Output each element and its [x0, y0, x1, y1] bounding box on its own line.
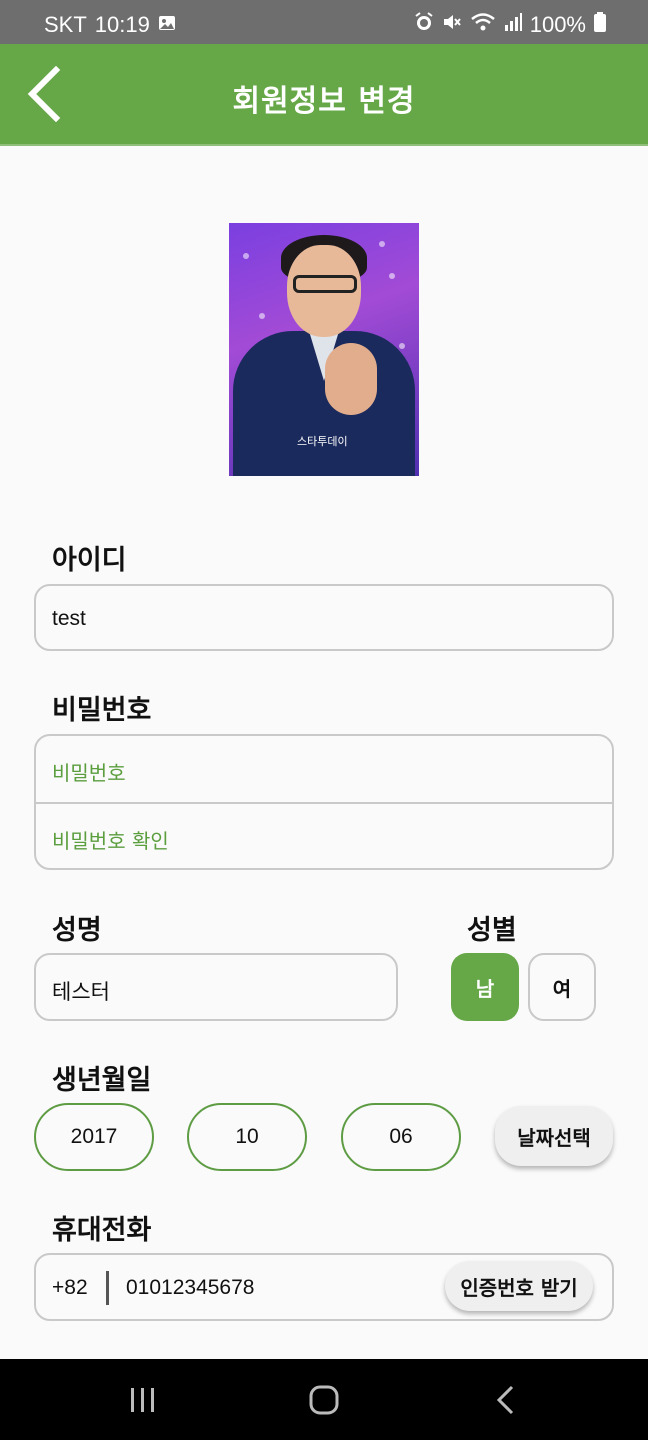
- page-title: 회원정보 변경: [232, 84, 416, 119]
- id-field[interactable]: test: [34, 584, 614, 651]
- name-value: 테스터: [52, 981, 110, 1004]
- birth-day-field[interactable]: 06: [341, 1103, 461, 1171]
- alarm-icon: [414, 12, 434, 38]
- verify-code-button[interactable]: 인증번호 받기: [445, 1261, 593, 1311]
- clock: 10:19: [94, 12, 150, 37]
- image-icon: [158, 15, 176, 36]
- status-bar: SKT 10:19 100%: [0, 0, 648, 44]
- name-field[interactable]: 테스터: [34, 953, 398, 1021]
- gender-male-button[interactable]: 남: [451, 953, 519, 1021]
- home-icon[interactable]: [309, 1385, 339, 1419]
- password-field[interactable]: 비밀번호: [52, 757, 126, 786]
- id-value: test: [52, 607, 86, 630]
- phone-label: 휴대전화: [52, 1215, 152, 1246]
- id-label: 아이디: [52, 545, 127, 576]
- battery-icon: [594, 12, 606, 38]
- password-label: 비밀번호: [52, 695, 152, 726]
- date-picker-button[interactable]: 날짜선택: [495, 1106, 613, 1166]
- name-label: 성명: [52, 915, 102, 946]
- signal-icon: [504, 12, 522, 38]
- country-code[interactable]: +82: [52, 1276, 88, 1300]
- phone-number-input[interactable]: 01012345678: [126, 1276, 254, 1300]
- birth-year-field[interactable]: 2017: [34, 1103, 154, 1171]
- gender-female-button[interactable]: 여: [528, 953, 596, 1021]
- password-divider: [36, 802, 612, 804]
- recent-apps-icon[interactable]: [130, 1387, 156, 1417]
- carrier-label: SKT: [44, 12, 87, 37]
- photo-logo-text: 스타투데이: [297, 436, 348, 448]
- password-confirm-field[interactable]: 비밀번호 확인: [52, 825, 169, 854]
- password-group: 비밀번호 비밀번호 확인: [34, 734, 614, 870]
- phone-separator: [106, 1271, 109, 1305]
- system-nav-bar: [0, 1359, 648, 1440]
- app-bar: 회원정보 변경: [0, 44, 648, 146]
- mute-icon: [442, 12, 462, 38]
- back-icon[interactable]: [494, 1385, 516, 1419]
- battery-level: 100%: [529, 12, 586, 37]
- birthdate-label: 생년월일: [52, 1065, 152, 1096]
- wifi-icon: [470, 12, 496, 38]
- gender-label: 성별: [467, 915, 517, 946]
- birth-month-field[interactable]: 10: [187, 1103, 307, 1171]
- profile-photo[interactable]: 스타투데이: [229, 223, 419, 476]
